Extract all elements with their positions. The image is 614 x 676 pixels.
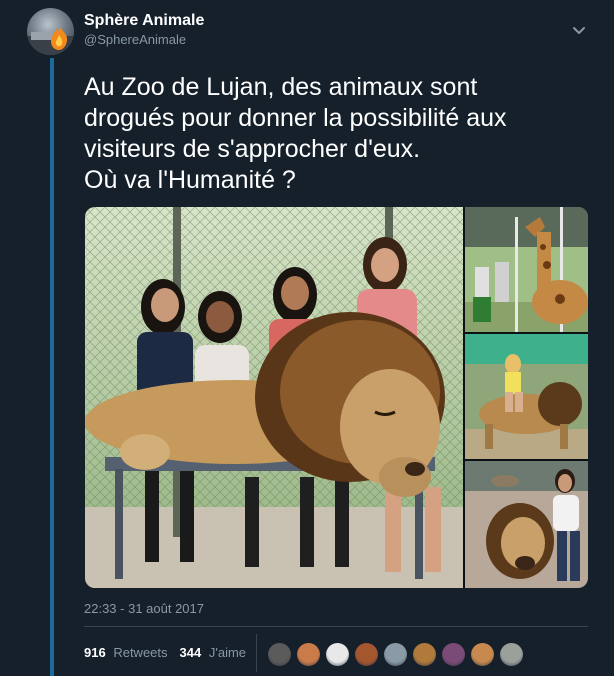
tweet-timestamp[interactable]: 22:33 - 31 août 2017 xyxy=(84,601,204,616)
screen-name[interactable]: @SphereAnimale xyxy=(84,31,204,49)
tweet: Sphère Animale @SphereAnimale Au Zoo de … xyxy=(0,0,614,676)
liker-avatar[interactable] xyxy=(471,643,494,666)
thread-line xyxy=(50,58,54,676)
liker-avatar[interactable] xyxy=(297,643,320,666)
photo-lion-with-visitors[interactable] xyxy=(85,207,463,588)
tweet-stats: 916 Retweets 344 J'aime xyxy=(84,645,258,660)
photo-lion-with-visitor[interactable] xyxy=(465,461,588,588)
liker-avatar[interactable] xyxy=(384,643,407,666)
liker-avatar[interactable] xyxy=(355,643,378,666)
tweet-text-line: visiteurs de s'approcher d'eux. xyxy=(84,135,421,163)
stats-separator xyxy=(256,634,257,672)
tweet-text-line: Au Zoo de Lujan, des animaux sont xyxy=(84,73,478,101)
likes-stat[interactable]: 344 J'aime xyxy=(180,645,247,660)
liker-avatar[interactable] xyxy=(500,643,523,666)
likes-count: 344 xyxy=(179,645,202,660)
tweet-text-line: Où va l'Humanité ? xyxy=(84,166,296,194)
photo-giraffe[interactable] xyxy=(465,207,588,332)
divider xyxy=(84,626,588,627)
user-info: Sphère Animale @SphereAnimale xyxy=(84,11,204,49)
likes-label: J'aime xyxy=(208,645,247,660)
tweet-text-line: drogués pour donner la possibilité aux xyxy=(84,104,507,132)
fox-logo-icon xyxy=(51,26,68,50)
retweets-count: 916 xyxy=(84,645,106,660)
display-name[interactable]: Sphère Animale xyxy=(84,11,204,31)
tweet-text: Au Zoo de Lujan, des animaux sont drogué… xyxy=(84,72,594,196)
media-grid xyxy=(85,207,588,588)
liker-avatar[interactable] xyxy=(413,643,436,666)
photo-visitor-riding-lion[interactable] xyxy=(465,334,588,459)
chevron-down-icon[interactable] xyxy=(570,22,588,40)
retweets-stat[interactable]: 916 Retweets xyxy=(84,645,168,660)
liker-avatar[interactable] xyxy=(442,643,465,666)
liker-avatar[interactable] xyxy=(326,643,349,666)
liker-avatars xyxy=(268,643,529,666)
liker-avatar[interactable] xyxy=(268,643,291,666)
avatar[interactable] xyxy=(27,8,74,55)
retweets-label: Retweets xyxy=(113,645,168,660)
